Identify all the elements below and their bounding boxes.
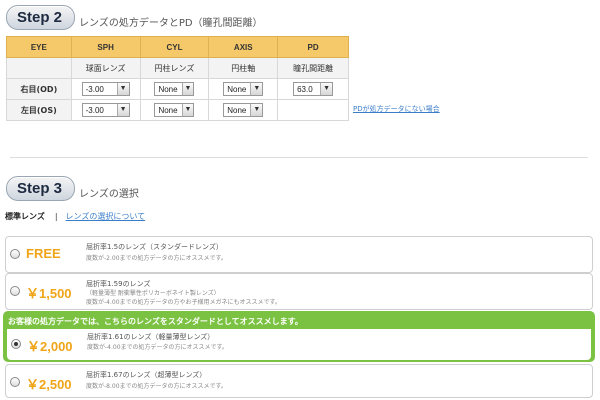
recommend-banner: お客様の処方データでは、こちらのレンズをスタンダードとしてオススメします。 — [8, 317, 303, 326]
sph-select-right[interactable]: -3.00 ▼ — [81, 82, 130, 96]
col-eye-header: EYE — [6, 36, 72, 58]
lens-description: 度数が-4.00までの処方データの方やお子様用メガネにもオススメです。 — [86, 299, 281, 306]
step2-title: レンズの処方データとPD（瞳孔間距離） — [79, 18, 263, 29]
pd-value: 63.0 — [297, 84, 313, 94]
subheader-pd: 瞳孔間距離 — [277, 57, 349, 79]
lens-option-free[interactable]: FREE 屈折率1.5のレンズ（スタンダードレンズ） 度数が-2.00までの処方… — [5, 236, 593, 273]
step3-badge: Step 3 — [6, 176, 76, 201]
chevron-down-icon: ▼ — [116, 83, 129, 95]
col-sph-header: SPH — [70, 36, 141, 58]
lens-selection-info-link[interactable]: レンズの選択について — [66, 211, 146, 222]
recommended-lens-box: お客様の処方データでは、こちらのレンズをスタンダードとしてオススメします。 ￥2… — [3, 311, 595, 362]
cell-sph-right: -3.00 ▼ — [70, 78, 141, 100]
cyl-select-right[interactable]: None ▼ — [154, 82, 195, 96]
step2-header: Step 2 レンズの処方データとPD（瞳孔間距離） — [6, 5, 263, 30]
sph-value-left: -3.00 — [85, 105, 104, 115]
axis-value-left: None — [227, 105, 247, 115]
cell-cyl-right: None ▼ — [139, 78, 210, 100]
lens-price: ￥2,000 — [27, 339, 73, 354]
lens-option-2000[interactable]: ￥2,000 屈折率1.61のレンズ（軽量薄型レンズ） 度数が-4.00までの処… — [7, 329, 591, 360]
cell-pd-left — [277, 99, 349, 121]
subheader-axis: 円柱軸 — [208, 57, 279, 79]
lens-description: 度数が-2.00までの処方データの方にオススメです。 — [86, 255, 227, 262]
pd-missing-link[interactable]: PDが処方データにない場合 — [353, 104, 440, 114]
cell-pd-right: 63.0 ▼ — [277, 78, 349, 100]
lens-tabs: 標準レンズ | レンズの選択について — [5, 211, 145, 222]
chevron-down-icon: ▼ — [181, 104, 194, 116]
table-row-left-eye: 左目(OS) -3.00 ▼ None ▼ None ▼ — [6, 99, 349, 121]
table-subheader-row: 球面レンズ 円柱レンズ 円柱軸 瞳孔間距離 — [6, 57, 349, 79]
col-cyl-header: CYL — [139, 36, 210, 58]
chevron-down-icon: ▼ — [250, 104, 263, 116]
lens-radio-1500[interactable] — [10, 286, 20, 296]
chevron-down-icon: ▼ — [250, 83, 263, 95]
lens-name: 屈折率1.61のレンズ（軽量薄型レンズ） — [87, 333, 215, 341]
lens-price: ￥2,500 — [26, 377, 72, 392]
prescription-table: EYE SPH CYL AXIS PD 球面レンズ 円柱レンズ 円柱軸 瞳孔間距… — [6, 36, 349, 121]
cyl-value-right: None — [158, 84, 178, 94]
lens-price: FREE — [26, 246, 61, 261]
axis-select-left[interactable]: None ▼ — [223, 103, 264, 117]
lens-option-2500[interactable]: ￥2,500 屈折率1.67のレンズ（超薄型レンズ） 度数が-8.00までの処方… — [5, 364, 593, 398]
cyl-select-left[interactable]: None ▼ — [154, 103, 195, 117]
cell-sph-left: -3.00 ▼ — [70, 99, 141, 121]
col-pd-header: PD — [277, 36, 349, 58]
axis-value-right: None — [227, 84, 247, 94]
subheader-cyl: 円柱レンズ — [139, 57, 210, 79]
cyl-value-left: None — [158, 105, 178, 115]
axis-select-right[interactable]: None ▼ — [223, 82, 264, 96]
lens-subtitle: （軽量薄型 耐衝撃性ポリカーボネイト製レンズ） — [86, 290, 220, 297]
chevron-down-icon: ▼ — [116, 104, 129, 116]
tab-standard-lens[interactable]: 標準レンズ — [5, 211, 45, 222]
cell-axis-left: None ▼ — [208, 99, 279, 121]
lens-option-1500[interactable]: ￥1,500 屈折率1.59のレンズ （軽量薄型 耐衝撃性ポリカーボネイト製レン… — [5, 273, 593, 310]
table-header-row: EYE SPH CYL AXIS PD — [6, 36, 349, 58]
col-axis-header: AXIS — [208, 36, 279, 58]
lens-description: 度数が-8.00までの処方データの方にオススメです。 — [86, 383, 227, 390]
table-row-right-eye: 右目(OD) -3.00 ▼ None ▼ None ▼ 63.0 ▼ — [6, 78, 349, 100]
step2-badge: Step 2 — [6, 5, 76, 30]
sph-select-left[interactable]: -3.00 ▼ — [81, 103, 130, 117]
step3-header: Step 3 レンズの選択 — [6, 176, 139, 201]
lens-radio-2500[interactable] — [10, 377, 20, 387]
lens-description: 度数が-4.00までの処方データの方にオススメです。 — [87, 344, 228, 351]
subheader-sph: 球面レンズ — [70, 57, 141, 79]
section-divider — [10, 157, 588, 158]
chevron-down-icon: ▼ — [181, 83, 194, 95]
lens-radio-free[interactable] — [10, 249, 20, 259]
eye-label-left: 左目(OS) — [6, 99, 72, 121]
subheader-eye — [6, 57, 72, 79]
lens-name: 屈折率1.67のレンズ（超薄型レンズ） — [86, 371, 207, 379]
tab-separator: | — [54, 212, 58, 221]
lens-name: 屈折率1.5のレンズ（スタンダードレンズ） — [86, 243, 223, 251]
pd-select[interactable]: 63.0 ▼ — [293, 82, 334, 96]
sph-value-right: -3.00 — [85, 84, 104, 94]
lens-price: ￥1,500 — [26, 286, 72, 301]
cell-axis-right: None ▼ — [208, 78, 279, 100]
step3-title: レンズの選択 — [79, 189, 139, 200]
chevron-down-icon: ▼ — [320, 83, 333, 95]
eye-label-right: 右目(OD) — [6, 78, 72, 100]
lens-radio-2000[interactable] — [11, 339, 21, 349]
cell-cyl-left: None ▼ — [139, 99, 210, 121]
